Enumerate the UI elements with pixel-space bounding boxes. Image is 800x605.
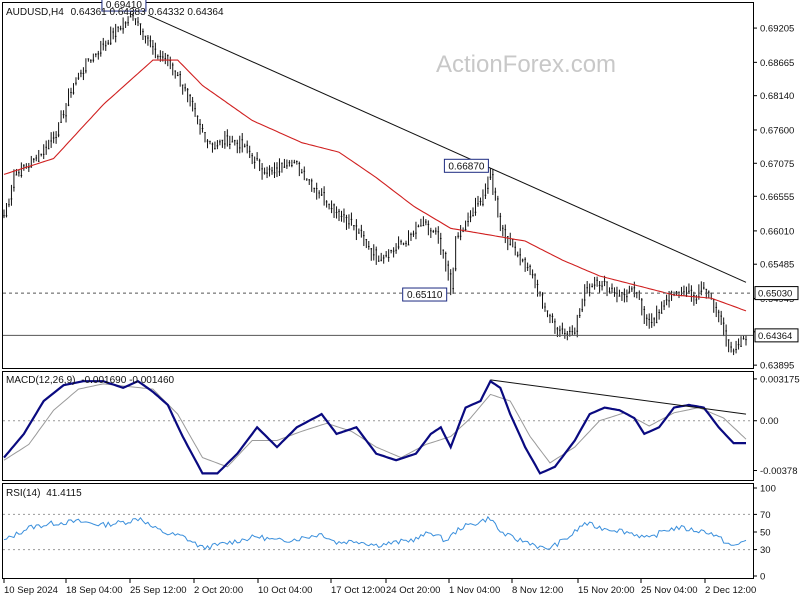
price-axis-label: 0.66555	[760, 192, 794, 203]
rsi-pane-frame	[2, 483, 754, 579]
rsi-series	[3, 513, 753, 551]
watermark: ActionForex.com	[436, 51, 616, 78]
axes: 0.69205 0.68665 0.68140 0.67600 0.67075 0.665…	[3, 24, 800, 596]
price-axis-label: 0.67075	[760, 159, 794, 170]
price-pane-frame	[2, 2, 754, 369]
price-annotation: 0.65110	[402, 287, 448, 302]
rsi-title: RSI(14) 41.4115	[6, 488, 82, 499]
price-annotation: 0.66870	[443, 158, 489, 173]
rsi-axis-label: 100	[760, 484, 776, 495]
macd-signal-line	[3, 383, 747, 468]
time-axis-label: 8 Nov 12:00	[512, 585, 563, 596]
price-title: AUDUSD,H4 0.64361 0.64383 0.64332 0.6436…	[6, 7, 224, 18]
time-axis-label: 1 Nov 04:00	[449, 585, 500, 596]
rsi-line	[3, 515, 747, 551]
time-axis-label: 25 Nov 04:00	[641, 585, 698, 596]
annotation-text: 0.66870	[448, 161, 485, 172]
time-axis-label: 2 Oct 20:00	[194, 585, 243, 596]
price-series: 0.694100.668700.65110	[3, 0, 753, 356]
price-level-tag-text: 0.64364	[758, 331, 792, 342]
time-axis-label: 17 Oct 12:00	[331, 585, 385, 596]
macd-axis-label: 0.00	[760, 416, 779, 427]
price-axis-label: 0.66010	[760, 226, 794, 237]
annotation-text: 0.65110	[407, 290, 443, 301]
price-axis-label: 0.69205	[760, 24, 794, 35]
price-axis-label: 0.65485	[760, 260, 794, 271]
price-axis-label: 0.68140	[760, 91, 794, 102]
macd-line	[3, 379, 746, 475]
time-axis-label: 18 Sep 04:00	[66, 585, 123, 596]
time-axis-label: 10 Sep 2024	[4, 585, 58, 596]
macd-pane-frame	[2, 371, 754, 481]
price-level-tag-text: 0.65030	[758, 289, 792, 300]
time-axis-label: 24 Oct 20:00	[386, 585, 440, 596]
chart-window[interactable]: ActionForex.com 0.69410 0.66870 0.65110 0.…	[0, 0, 800, 600]
rsi-axis-label: 70	[760, 510, 771, 521]
macd-axis-label: -0.00378	[760, 466, 798, 477]
time-axis-label: 15 Nov 20:00	[578, 585, 635, 596]
macd-series	[3, 379, 753, 475]
price-axis-label: 0.63895	[760, 361, 794, 372]
price-axis-label: 0.68665	[760, 58, 794, 69]
rsi-axis-label: 50	[760, 528, 771, 539]
rsi-axis-label: 0	[760, 572, 765, 583]
time-axis-label: 2 Dec 12:00	[705, 585, 756, 596]
macd-axis-label: 0.003175	[760, 374, 800, 385]
time-axis-label: 10 Oct 04:00	[258, 585, 312, 596]
chart-canvas[interactable]: ActionForex.com 0.694100.668700.65110 0.…	[0, 0, 800, 600]
macd-title: MACD(12,26,9) -0.001690 -0.001460	[6, 375, 175, 386]
moving-average-line	[3, 59, 747, 312]
price-axis-label: 0.67600	[760, 125, 794, 136]
time-axis-label: 25 Sep 12:00	[130, 585, 187, 596]
rsi-axis-label: 30	[760, 545, 771, 556]
